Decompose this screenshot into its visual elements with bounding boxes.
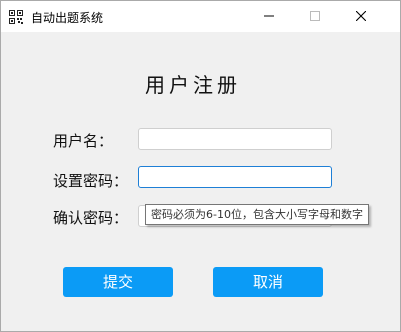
submit-button[interactable]: 提交 [63,267,173,297]
minimize-button[interactable] [246,1,292,32]
username-label: 用户名： [53,132,114,150]
title-bar[interactable]: 自动出题系统 [1,1,400,32]
username-input[interactable] [138,128,332,150]
page-title: 用户注册 [145,73,241,97]
maximize-icon [310,11,320,21]
qr-code-icon [9,9,23,24]
password-label: 设置密码： [53,172,129,190]
close-icon [356,11,366,21]
registration-window: 自动出题系统 用户注册 用户名： 设置密码： 确认密码： 密码必须为6-10位，… [0,0,401,332]
window-title: 自动出题系统 [31,11,104,25]
minimize-icon [264,15,274,17]
confirm-password-label: 确认密码： [53,209,129,227]
password-hint-tooltip: 密码必须为6-10位，包含大小写字母和数字 [145,204,369,225]
cancel-button[interactable]: 取消 [213,267,323,297]
close-button[interactable] [338,1,384,32]
maximize-button[interactable] [292,1,338,32]
password-input[interactable] [138,166,332,188]
